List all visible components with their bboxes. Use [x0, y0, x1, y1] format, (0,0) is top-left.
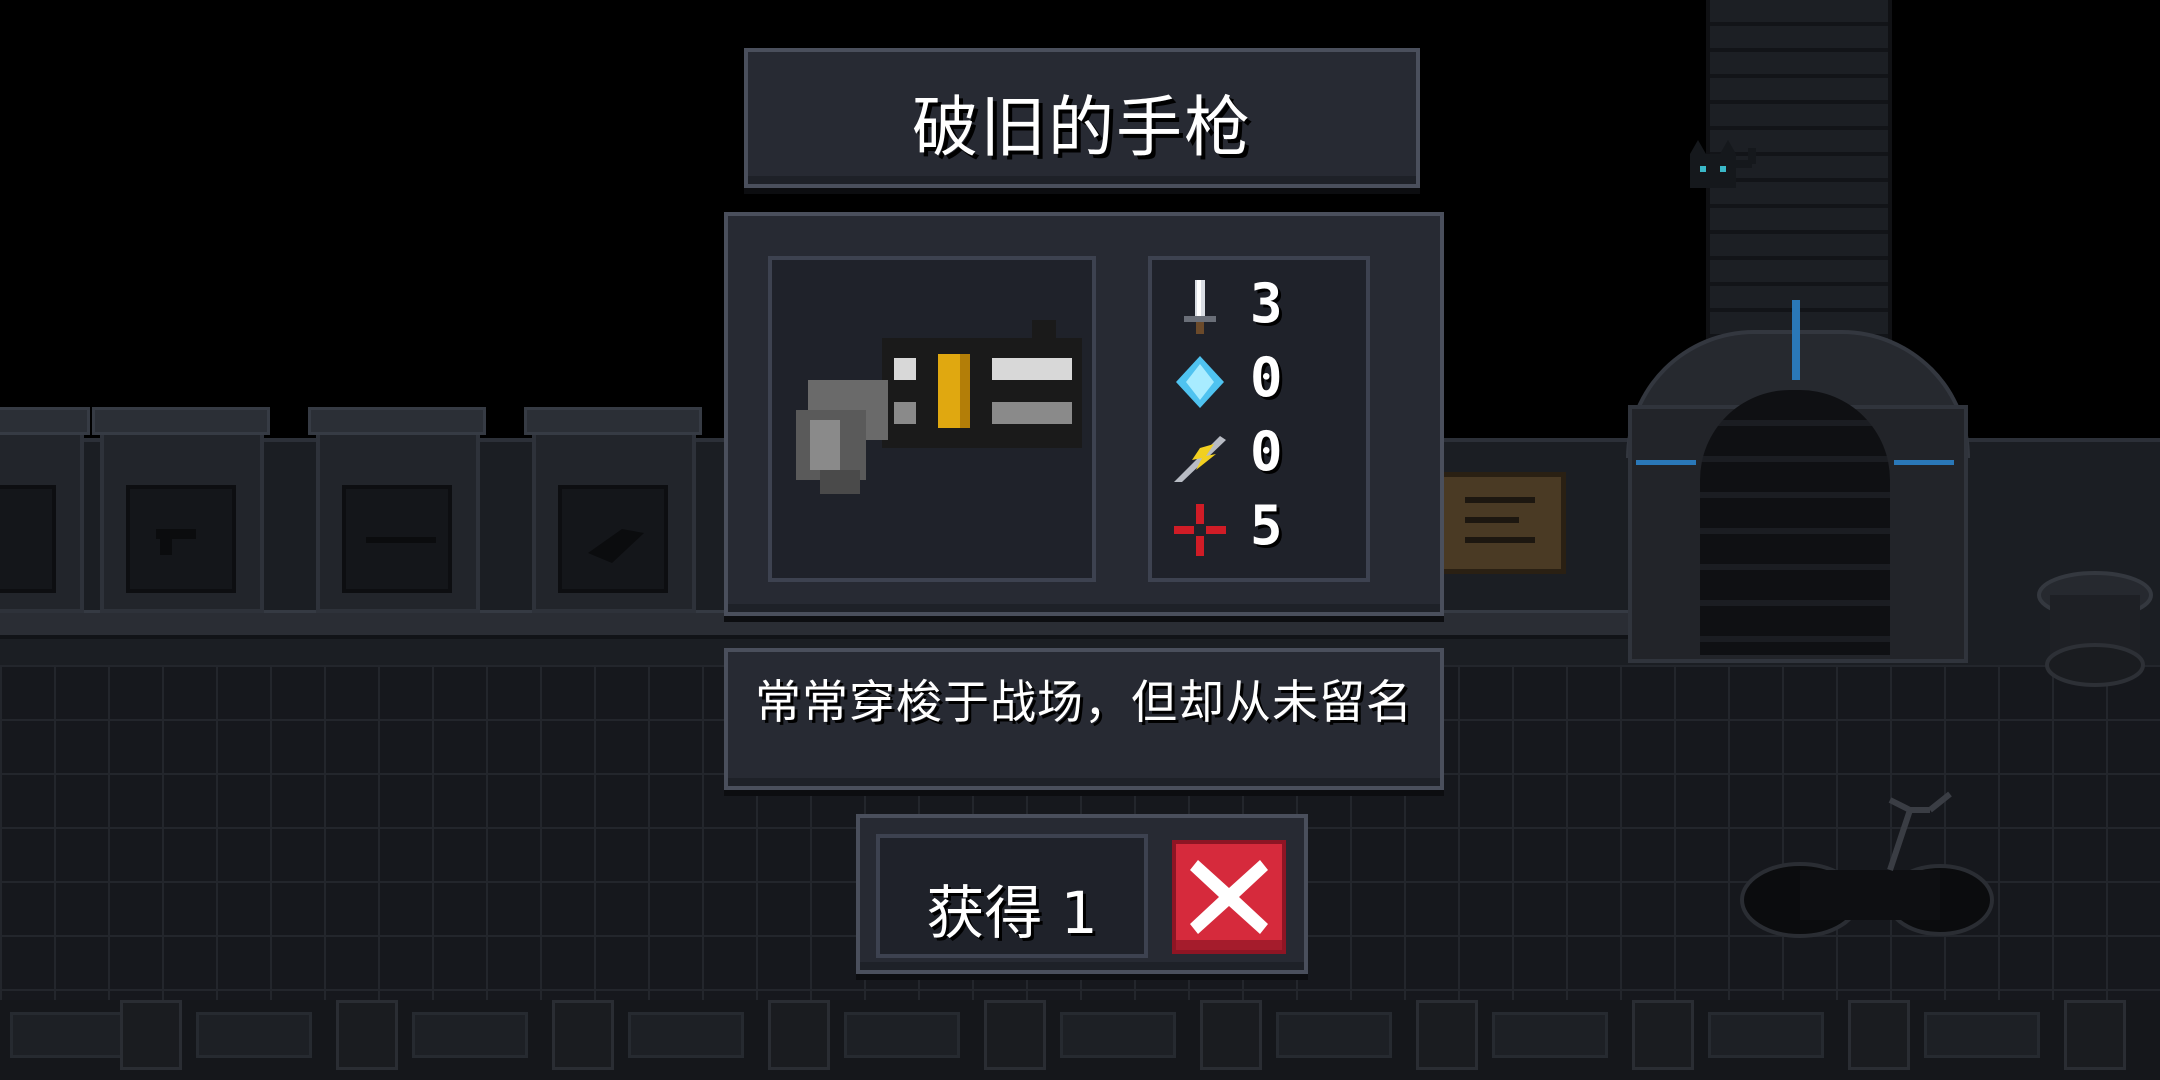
stat-accuracy: 5	[1170, 494, 1330, 560]
weapon-description: 常常穿梭于战场，但却从未留名	[755, 675, 1413, 729]
stat-energy: 0	[1170, 346, 1330, 412]
weapon-pedestal	[92, 407, 270, 613]
weapon-title-panel: 破旧的手枪	[744, 48, 1420, 188]
stat-crit-value: 0	[1250, 420, 1283, 483]
weapon-name: 破旧的手枪	[912, 89, 1252, 166]
obtain-label: 获得 1	[926, 879, 1098, 947]
rifle-silhouette-icon	[366, 537, 436, 543]
weapon-pedestal	[524, 407, 702, 613]
stat-damage: 3	[1170, 272, 1330, 338]
crit-feather-icon	[1174, 436, 1226, 482]
portal-door	[1700, 390, 1890, 655]
weapon-pedestal	[308, 407, 486, 613]
gate-light-icon	[1792, 300, 1800, 380]
blade-silhouette-icon	[588, 529, 644, 563]
sword-icon	[1184, 280, 1216, 334]
energy-crystal-icon	[1176, 356, 1224, 408]
weapon-pedestal	[0, 407, 90, 613]
crosshair-icon	[1174, 504, 1226, 556]
stat-accuracy-value: 5	[1250, 494, 1283, 557]
notice-board[interactable]	[1436, 472, 1566, 574]
close-x-icon	[1190, 860, 1268, 934]
weapon-stats-box: 3 0 0 5	[1148, 256, 1370, 582]
close-button[interactable]	[1172, 840, 1286, 954]
stat-damage-value: 3	[1250, 272, 1283, 335]
cat-pet-icon[interactable]	[1690, 140, 1770, 200]
stat-energy-value: 0	[1250, 346, 1283, 409]
weapon-preview-box	[768, 256, 1096, 582]
pistol-icon	[796, 320, 1082, 494]
weapon-description-panel: 常常穿梭于战场，但却从未留名	[724, 648, 1444, 790]
obtain-button[interactable]: 获得 1	[876, 834, 1148, 958]
motorcycle-icon[interactable]	[1740, 790, 2010, 950]
pistol-silhouette-icon	[156, 529, 196, 555]
stone-urn-icon	[2037, 571, 2153, 687]
weapon-info-panel: 3 0 0 5	[724, 212, 1444, 616]
stat-crit: 0	[1170, 420, 1330, 486]
